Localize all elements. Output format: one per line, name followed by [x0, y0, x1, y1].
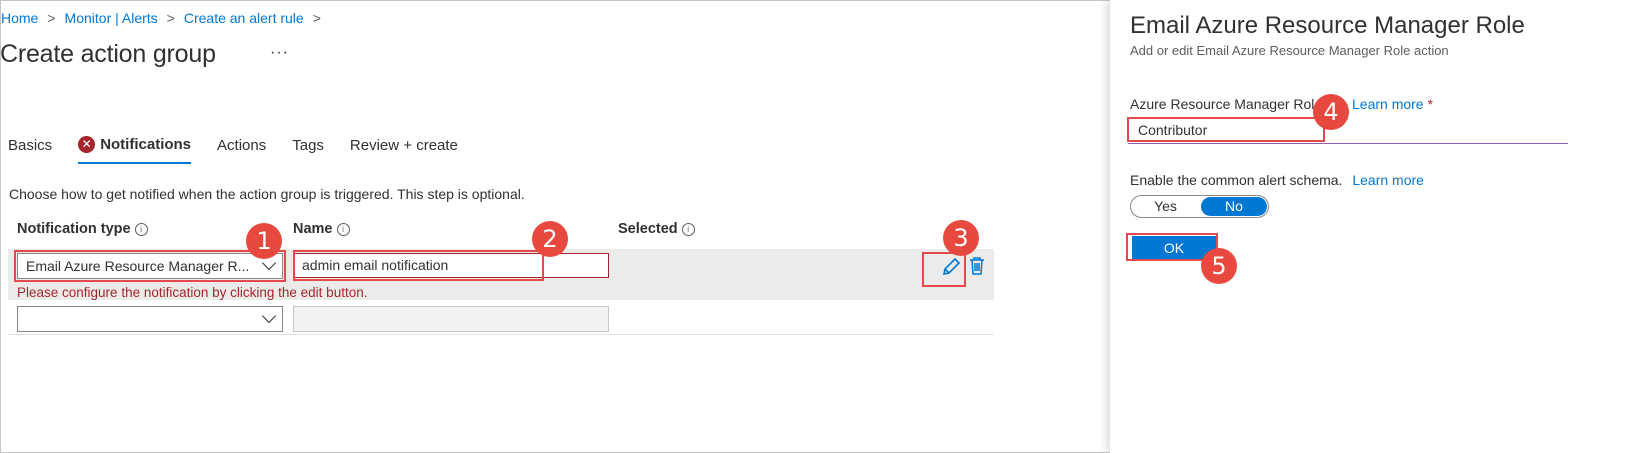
step-badge: 3 [943, 220, 979, 256]
tab-label: Actions [217, 137, 267, 154]
column-label: Name [293, 221, 333, 237]
chevron-down-icon [261, 308, 277, 324]
error-circle-icon: ✕ [78, 136, 96, 153]
breadcrumb-monitor-alerts[interactable]: Monitor | Alerts [65, 10, 158, 26]
tab-tags[interactable]: Tags [292, 136, 324, 164]
highlight-box [293, 250, 544, 281]
role-label: Azure Resource Manager Role Learn more * [1130, 96, 1433, 112]
step-badge: 5 [1201, 248, 1237, 284]
highlight-box [922, 252, 966, 287]
breadcrumb-create-alert-rule[interactable]: Create an alert rule [184, 10, 304, 26]
notification-type-dropdown-empty[interactable] [17, 306, 283, 332]
step-badge: 2 [532, 221, 568, 257]
toggle-yes[interactable]: Yes [1131, 196, 1200, 217]
required-mark: * [1427, 96, 1433, 112]
info-icon[interactable]: i [134, 222, 148, 236]
tab-actions[interactable]: Actions [217, 136, 266, 164]
page-title: Create action group [0, 40, 216, 68]
column-header-selected: Selected i [618, 221, 695, 237]
tab-label: Basics [8, 137, 53, 154]
chevron-right-icon: > [312, 10, 321, 26]
step-description: Choose how to get notified when the acti… [9, 186, 525, 202]
tab-basics[interactable]: Basics [8, 136, 52, 164]
schema-label-text: Enable the common alert schema. [1130, 172, 1343, 188]
breadcrumb: Home > Monitor | Alerts > Create an aler… [1, 10, 330, 26]
role-label-text: Azure Resource Manager Role [1130, 96, 1323, 112]
tab-review-create[interactable]: Review + create [350, 136, 458, 164]
tab-label: Tags [292, 137, 324, 154]
panel-subtitle: Add or edit Email Azure Resource Manager… [1130, 43, 1449, 58]
step-badge: 4 [1313, 94, 1349, 130]
row-error-message: Please configure the notification by cli… [17, 285, 368, 300]
highlight-box [1127, 117, 1325, 142]
notification-name-input-disabled [293, 306, 609, 332]
breadcrumb-home[interactable]: Home [1, 10, 38, 26]
info-icon[interactable]: i [681, 222, 695, 236]
chevron-right-icon: > [47, 10, 56, 26]
more-options-button[interactable]: ··· [270, 44, 289, 62]
row-divider [8, 334, 994, 335]
tab-label: Notifications [100, 136, 192, 153]
chevron-right-icon: > [166, 10, 175, 26]
tab-notifications[interactable]: ✕ Notifications [78, 136, 192, 164]
column-label: Notification type [17, 221, 131, 237]
learn-more-link[interactable]: Learn more [1352, 96, 1424, 112]
tab-bar: Basics ✕ Notifications Actions Tags Revi… [8, 136, 484, 164]
tab-label: Review + create [349, 137, 458, 154]
column-header-name: Name i [293, 221, 350, 237]
step-badge: 1 [246, 223, 282, 259]
side-panel: Email Azure Resource Manager Role Add or… [1110, 0, 1650, 453]
toggle-no[interactable]: No [1201, 197, 1267, 216]
column-header-notification-type: Notification type i [17, 221, 148, 237]
learn-more-link[interactable]: Learn more [1352, 172, 1424, 188]
panel-title: Email Azure Resource Manager Role [1130, 12, 1525, 39]
schema-label: Enable the common alert schema. Learn mo… [1130, 172, 1424, 188]
column-label: Selected [618, 221, 678, 237]
highlight-box [14, 250, 286, 282]
trash-icon[interactable] [968, 256, 986, 281]
schema-toggle: Yes No [1130, 195, 1269, 218]
info-icon[interactable]: i [336, 222, 350, 236]
